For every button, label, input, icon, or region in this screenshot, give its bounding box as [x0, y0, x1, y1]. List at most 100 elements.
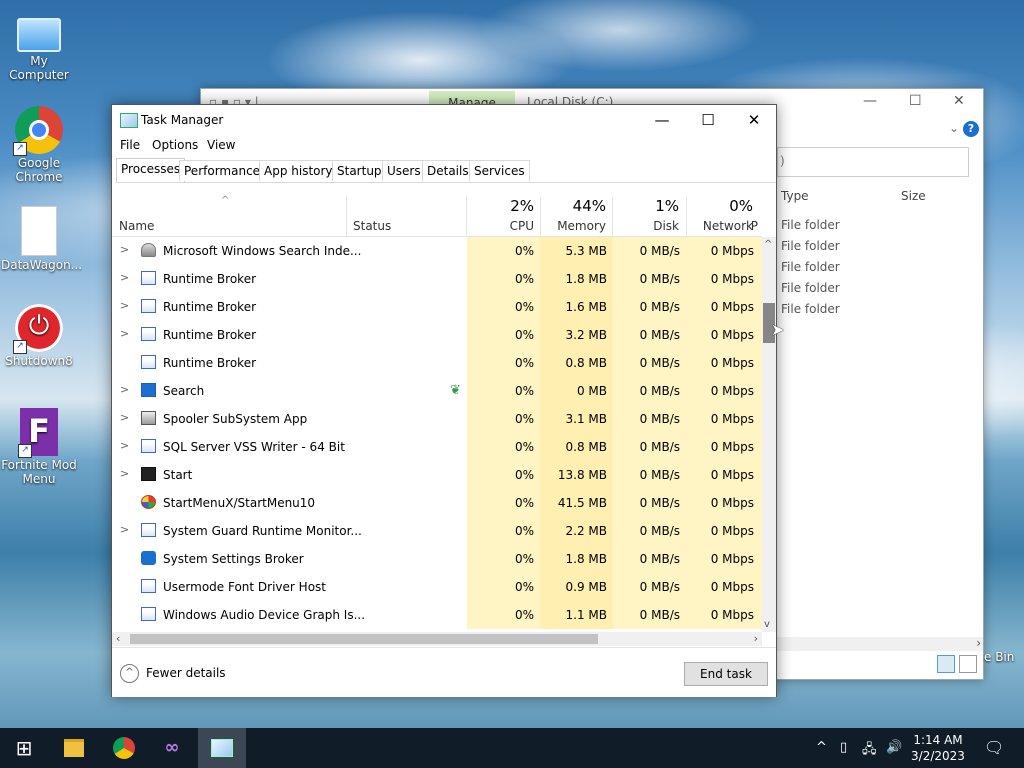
- process-list[interactable]: > Microsoft Windows Search Inde... 0% 5.3 M…: [112, 237, 762, 629]
- table-row[interactable]: > System Guard Runtime Monitor... 0% 2.2 MB…: [112, 517, 762, 545]
- menu-file[interactable]: File: [120, 138, 140, 152]
- end-task-button[interactable]: End task: [684, 662, 768, 686]
- expand-chevron-icon[interactable]: >: [120, 271, 129, 284]
- table-row[interactable]: Usermode Font Driver Host 0% 0.9 MB 0 MB/s 0…: [112, 573, 762, 601]
- scroll-right-icon[interactable]: ›: [754, 632, 758, 645]
- table-row[interactable]: > Search ❦ 0% 0 MB 0 MB/s 0 Mbps: [112, 377, 762, 405]
- chevron-up-circle-icon[interactable]: ^: [120, 664, 139, 683]
- visual-studio-taskbar-icon[interactable]: ∞: [148, 728, 196, 768]
- desktop-icon-shutdown8[interactable]: ↗ Shutdown8: [1, 304, 77, 368]
- maximize-icon[interactable]: ☐: [909, 93, 922, 109]
- cell-memory: 0 MB: [576, 384, 607, 398]
- start-button[interactable]: ⊞: [0, 728, 48, 768]
- table-row[interactable]: > Runtime Broker 0% 1.6 MB 0 MB/s 0 Mbps: [112, 293, 762, 321]
- process-name: System Settings Broker: [163, 552, 304, 566]
- minimize-button[interactable]: —: [639, 107, 685, 133]
- table-row[interactable]: > Microsoft Windows Search Inde... 0% 5.3 M…: [112, 237, 762, 265]
- table-row[interactable]: > SQL Server VSS Writer - 64 Bit 0% 0.8 MB 0…: [112, 433, 762, 461]
- scrollbar-thumb[interactable]: [130, 634, 598, 644]
- desktop-icon-google-chrome[interactable]: ↗ Google Chrome: [1, 106, 77, 184]
- expand-chevron-icon[interactable]: >: [120, 411, 129, 424]
- cell-cpu: 0%: [514, 524, 534, 538]
- clock[interactable]: 1:14 AM 3/2/2023: [910, 732, 966, 764]
- title-bar[interactable]: Task Manager — ☐ ✕: [112, 105, 776, 135]
- tab-performance[interactable]: Performance: [179, 160, 266, 181]
- task-manager-taskbar-icon[interactable]: [198, 728, 246, 768]
- chevron-down-icon[interactable]: ⌄: [949, 121, 959, 135]
- volume-icon[interactable]: 🔊: [886, 740, 902, 755]
- chevron-up-icon[interactable]: ^: [816, 740, 827, 755]
- expand-chevron-icon[interactable]: >: [120, 439, 129, 452]
- vertical-scrollbar[interactable]: ^ v: [762, 237, 776, 632]
- help-icon[interactable]: ?: [963, 121, 979, 137]
- table-row[interactable]: > Runtime Broker 0% 1.8 MB 0 MB/s 0 Mbps: [112, 265, 762, 293]
- view-toggle[interactable]: [937, 655, 977, 676]
- table-row[interactable]: Runtime Broker 0% 0.8 MB 0 MB/s 0 Mbps: [112, 349, 762, 377]
- column-disk[interactable]: Disk: [609, 219, 679, 233]
- list-item[interactable]: File folder: [781, 239, 840, 253]
- desktop-icon-label: Shutdown8: [5, 354, 73, 368]
- list-item[interactable]: File folder: [781, 218, 840, 232]
- menu-view[interactable]: View: [207, 138, 235, 152]
- minimize-icon[interactable]: —: [863, 93, 877, 109]
- table-row[interactable]: > Runtime Broker 0% 3.2 MB 0 MB/s 0 Mbps: [112, 321, 762, 349]
- table-row[interactable]: Windows Audio Device Graph Is... 0% 1.1 MB…: [112, 601, 762, 629]
- column-size[interactable]: Size: [901, 189, 926, 203]
- close-icon[interactable]: ✕: [953, 93, 965, 109]
- cell-disk: 0 MB/s: [639, 384, 680, 398]
- details-view-icon[interactable]: [937, 655, 955, 673]
- task-manager-icon: [120, 113, 138, 128]
- recycle-bin-label[interactable]: e Bin: [984, 650, 1014, 664]
- desktop-icon-datawagon[interactable]: DataWagon...: [1, 206, 82, 272]
- column-cpu[interactable]: CPU: [464, 219, 534, 233]
- file-explorer-taskbar-icon[interactable]: [50, 728, 98, 768]
- horizontal-scrollbar[interactable]: ›: [777, 636, 983, 651]
- column-memory[interactable]: Memory: [536, 219, 606, 233]
- notification-icon[interactable]: 🗨: [984, 738, 1004, 757]
- list-item[interactable]: File folder: [781, 302, 840, 316]
- scroll-left-icon[interactable]: ‹: [116, 632, 120, 645]
- table-row[interactable]: > Spooler SubSystem App 0% 3.1 MB 0 MB/s 0 Mb…: [112, 405, 762, 433]
- expand-chevron-icon[interactable]: >: [120, 467, 129, 480]
- desktop-icon-my-computer[interactable]: My Computer: [1, 10, 77, 82]
- column-status[interactable]: Status: [353, 219, 391, 233]
- tab-startup[interactable]: Startup: [332, 160, 387, 181]
- tab-app-history[interactable]: App history: [259, 160, 338, 181]
- chrome-taskbar-icon[interactable]: [100, 728, 148, 768]
- tab-details[interactable]: Details: [422, 160, 474, 181]
- column-type[interactable]: Type: [781, 189, 809, 203]
- expand-chevron-icon[interactable]: >: [120, 327, 129, 340]
- tab-services[interactable]: Services: [469, 160, 530, 181]
- tab-users[interactable]: Users: [382, 160, 426, 181]
- expand-chevron-icon[interactable]: >: [120, 299, 129, 312]
- large-icons-view-icon[interactable]: [958, 655, 977, 673]
- fewer-details-link[interactable]: Fewer details: [146, 666, 226, 680]
- cell-network: 0 Mbps: [710, 300, 754, 314]
- cell-memory: 0.8 MB: [565, 356, 607, 370]
- column-name[interactable]: Name: [119, 219, 154, 233]
- column-power[interactable]: P: [698, 219, 758, 233]
- table-row[interactable]: System Settings Broker 0% 1.8 MB 0 MB/s 0 Mb…: [112, 545, 762, 573]
- expand-chevron-icon[interactable]: >: [120, 243, 129, 256]
- expand-chevron-icon[interactable]: >: [120, 383, 129, 396]
- tab-processes[interactable]: Processes: [116, 158, 186, 182]
- search-box[interactable]: ): [777, 147, 969, 177]
- scroll-down-icon[interactable]: v: [764, 619, 770, 630]
- network-icon[interactable]: 🖧: [862, 740, 877, 762]
- list-item[interactable]: File folder: [781, 260, 840, 274]
- scroll-up-icon[interactable]: ^: [764, 239, 772, 250]
- list-item[interactable]: File folder: [781, 281, 840, 295]
- table-row[interactable]: > Start 0% 13.8 MB 0 MB/s 0 Mbps: [112, 461, 762, 489]
- menu-options[interactable]: Options: [152, 138, 198, 152]
- cell-network: 0 Mbps: [710, 608, 754, 622]
- scroll-right-icon[interactable]: ›: [976, 636, 981, 650]
- horizontal-scrollbar[interactable]: ‹ ›: [112, 632, 762, 646]
- table-row[interactable]: StartMenuX/StartMenu10 0% 41.5 MB 0 MB/s 0 M…: [112, 489, 762, 517]
- maximize-button[interactable]: ☐: [685, 107, 731, 133]
- task-manager-window[interactable]: Task Manager — ☐ ✕ File Options View Pro…: [111, 104, 777, 697]
- close-button[interactable]: ✕: [731, 107, 777, 133]
- expand-chevron-icon[interactable]: >: [120, 523, 129, 536]
- cell-disk: 0 MB/s: [639, 552, 680, 566]
- tablet-icon[interactable]: ▯: [840, 740, 847, 755]
- desktop-icon-fortnite-mod-menu[interactable]: ↗ Fortnite Mod Menu: [1, 408, 77, 486]
